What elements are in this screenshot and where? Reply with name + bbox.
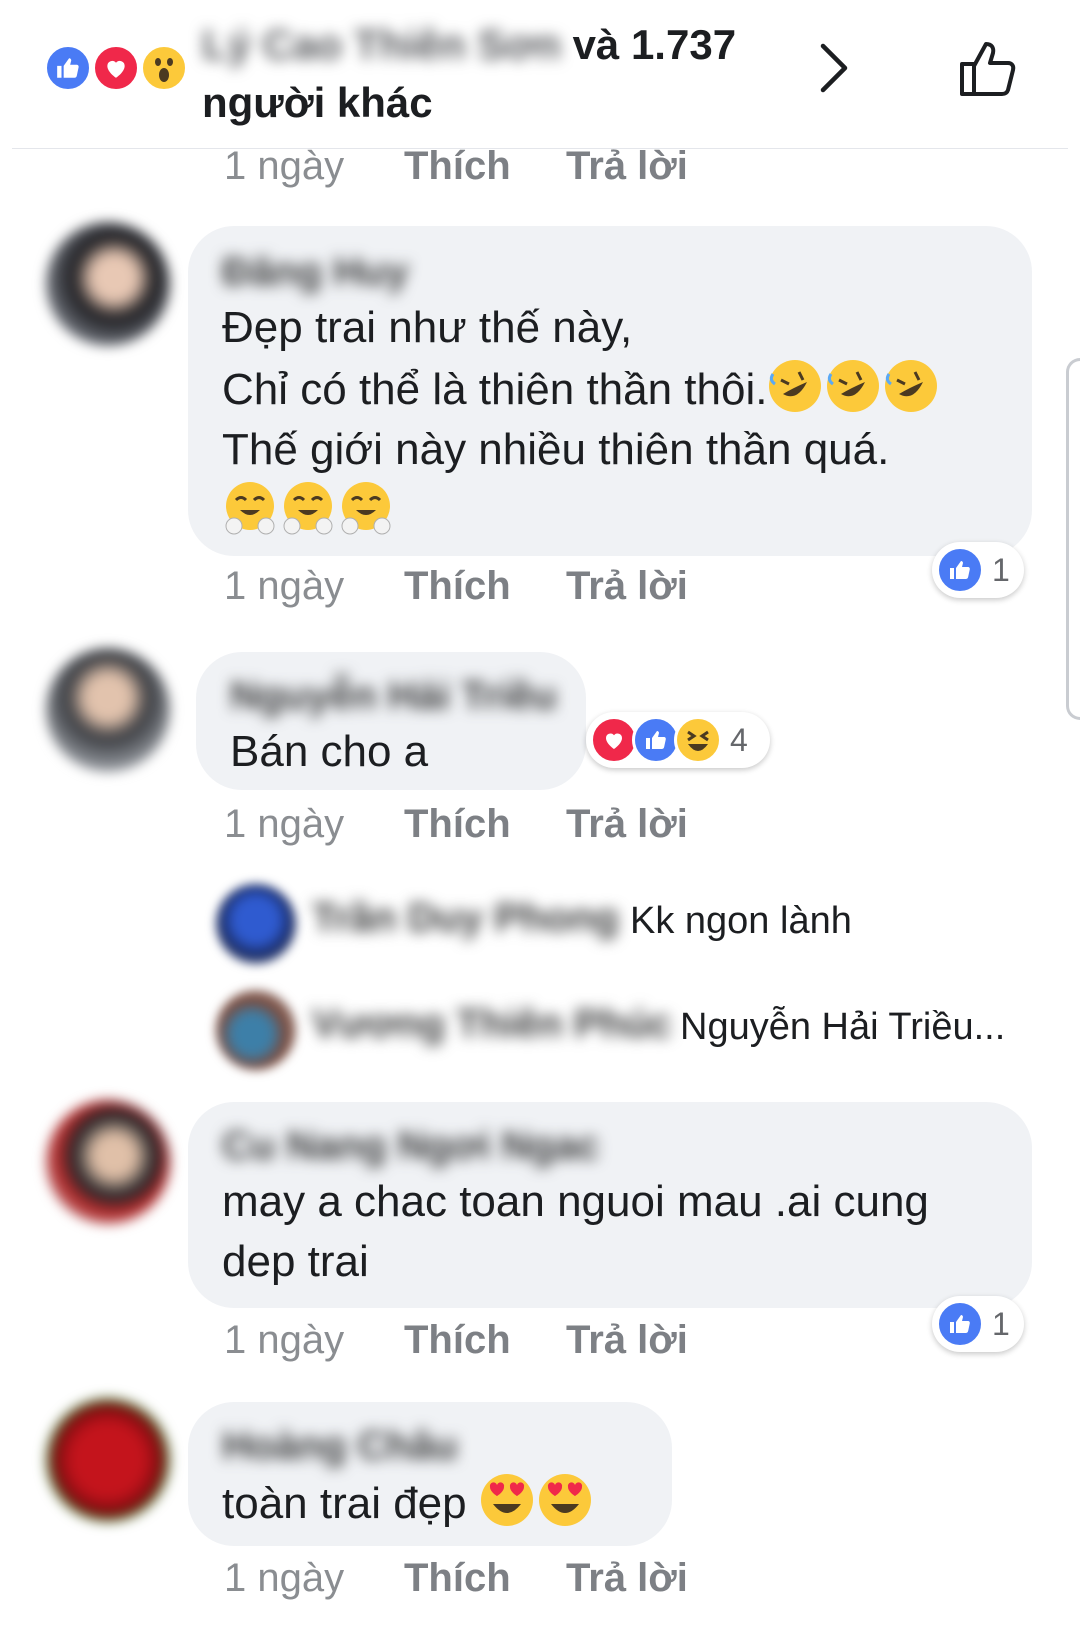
reaction-count: 4 bbox=[730, 721, 748, 758]
reaction-summary-icons[interactable] bbox=[44, 44, 194, 94]
comment-time: 1 ngày bbox=[224, 1318, 345, 1362]
comment-bubble[interactable]: Cu Nang Ngơi Ngac may a chac toan nguoi … bbox=[188, 1102, 1032, 1308]
comment-author[interactable]: Nguyễn Hải Triều bbox=[230, 670, 557, 722]
heart-eyes-emoji bbox=[480, 1474, 533, 1526]
like-link[interactable]: Thích bbox=[404, 1552, 511, 1604]
reply-link[interactable]: Trả lời bbox=[566, 1552, 688, 1604]
like-icon bbox=[44, 44, 92, 92]
comment-line: Thế giới này nhiều thiên thần quá. bbox=[222, 425, 890, 474]
reply-author[interactable]: Vương Thiên Phúc bbox=[312, 1002, 672, 1047]
avatar[interactable] bbox=[46, 1398, 170, 1522]
comment-time: 1 ngày bbox=[224, 802, 345, 846]
like-link[interactable]: Thích bbox=[404, 798, 511, 850]
reply-preview[interactable]: Vương Thiên Phúc Nguyễn Hải Triều... bbox=[216, 990, 1036, 1070]
avatar[interactable] bbox=[46, 648, 170, 772]
comment-line-text: Chỉ có thể là thiên thần thôi. bbox=[222, 365, 768, 414]
comment-time: 1 ngày bbox=[224, 144, 345, 188]
hugging-emoji bbox=[283, 482, 333, 535]
comment-text: Đẹp trai như thế này, Chỉ có thể là thiê… bbox=[222, 298, 998, 540]
comment-time: 1 ngày bbox=[224, 1556, 345, 1600]
like-link[interactable]: Thích bbox=[404, 560, 511, 612]
comment-line: may a chac toan nguoi mau .ai cung bbox=[222, 1177, 929, 1226]
comment-time: 1 ngày bbox=[224, 564, 345, 608]
comment-reactions[interactable]: 4 bbox=[586, 712, 770, 768]
haha-icon bbox=[674, 716, 722, 764]
reply-text: Kk ngon lành bbox=[630, 900, 852, 942]
comment-bubble[interactable]: Nguyễn Hải Triều Bán cho a bbox=[196, 652, 586, 790]
avatar[interactable] bbox=[46, 222, 170, 346]
divider bbox=[12, 148, 1068, 149]
like-link[interactable]: Thích bbox=[404, 1314, 511, 1366]
reactor-names-blurred: Lý Cao Thiên Sơn bbox=[202, 21, 561, 68]
heart-eyes-emoji bbox=[538, 1474, 591, 1526]
comment-text: Bán cho a bbox=[230, 727, 429, 776]
like-icon bbox=[632, 716, 680, 764]
comment-reactions[interactable]: 1 bbox=[932, 542, 1024, 598]
love-icon bbox=[92, 44, 140, 92]
thumbs-up-outline-icon[interactable] bbox=[956, 36, 1020, 100]
comment-reactions[interactable]: 1 bbox=[932, 1296, 1024, 1352]
reply-link[interactable]: Trả lời bbox=[566, 1314, 688, 1366]
reply-preview[interactable]: Trần Duy Phong Kk ngon lành bbox=[216, 884, 1036, 964]
comment-text: may a chac toan nguoi mau .ai cung dep t… bbox=[222, 1172, 998, 1292]
scrollbar[interactable] bbox=[1066, 358, 1080, 720]
reply-link[interactable]: Trả lời bbox=[566, 798, 688, 850]
like-link[interactable]: Thích bbox=[404, 140, 511, 192]
reaction-count-text: và 1.737 bbox=[572, 21, 737, 68]
wow-icon bbox=[140, 44, 188, 92]
reply-link[interactable]: Trả lời bbox=[566, 140, 688, 192]
comment-author[interactable]: Cu Nang Ngơi Ngac bbox=[222, 1120, 998, 1172]
hugging-emoji bbox=[341, 482, 391, 535]
rolling-laughing-emoji bbox=[827, 360, 880, 412]
chevron-right-icon[interactable] bbox=[815, 38, 855, 98]
comment-author[interactable]: Hoàng Châu bbox=[222, 1420, 638, 1472]
love-icon bbox=[590, 716, 638, 764]
comment-line-text: toàn trai đẹp bbox=[222, 1479, 467, 1528]
avatar[interactable] bbox=[216, 884, 296, 964]
comment-emoji-line bbox=[222, 480, 998, 540]
comment-line: Đẹp trai như thế này, bbox=[222, 303, 633, 352]
rolling-laughing-emoji bbox=[885, 360, 938, 412]
reaction-count: 1 bbox=[992, 1305, 1010, 1342]
avatar[interactable] bbox=[46, 1100, 170, 1224]
reply-text: Nguyễn Hải Triều... bbox=[680, 1006, 1006, 1048]
reply-link[interactable]: Trả lời bbox=[566, 560, 688, 612]
comment-text: toàn trai đẹp bbox=[222, 1472, 638, 1534]
rolling-laughing-emoji bbox=[769, 360, 822, 412]
avatar[interactable] bbox=[216, 990, 296, 1070]
like-icon bbox=[936, 546, 984, 594]
comment-line-with-emoji: Chỉ có thể là thiên thần thôi. bbox=[222, 358, 998, 420]
reply-author[interactable]: Trần Duy Phong bbox=[312, 896, 619, 941]
comment-bubble[interactable]: Hoàng Châu toàn trai đẹp bbox=[188, 1402, 672, 1546]
reaction-count: 1 bbox=[992, 551, 1010, 588]
comment-line: dep trai bbox=[222, 1237, 369, 1286]
comment-bubble[interactable]: Đăng Huy Đẹp trai như thế này, Chỉ có th… bbox=[188, 226, 1032, 556]
like-icon bbox=[936, 1300, 984, 1348]
comment-author[interactable]: Đăng Huy bbox=[222, 246, 998, 298]
reaction-others-text: người khác bbox=[202, 79, 433, 126]
hugging-emoji bbox=[225, 482, 275, 535]
reaction-summary-text[interactable]: Lý Cao Thiên Sơn và 1.737 người khác bbox=[202, 16, 782, 132]
